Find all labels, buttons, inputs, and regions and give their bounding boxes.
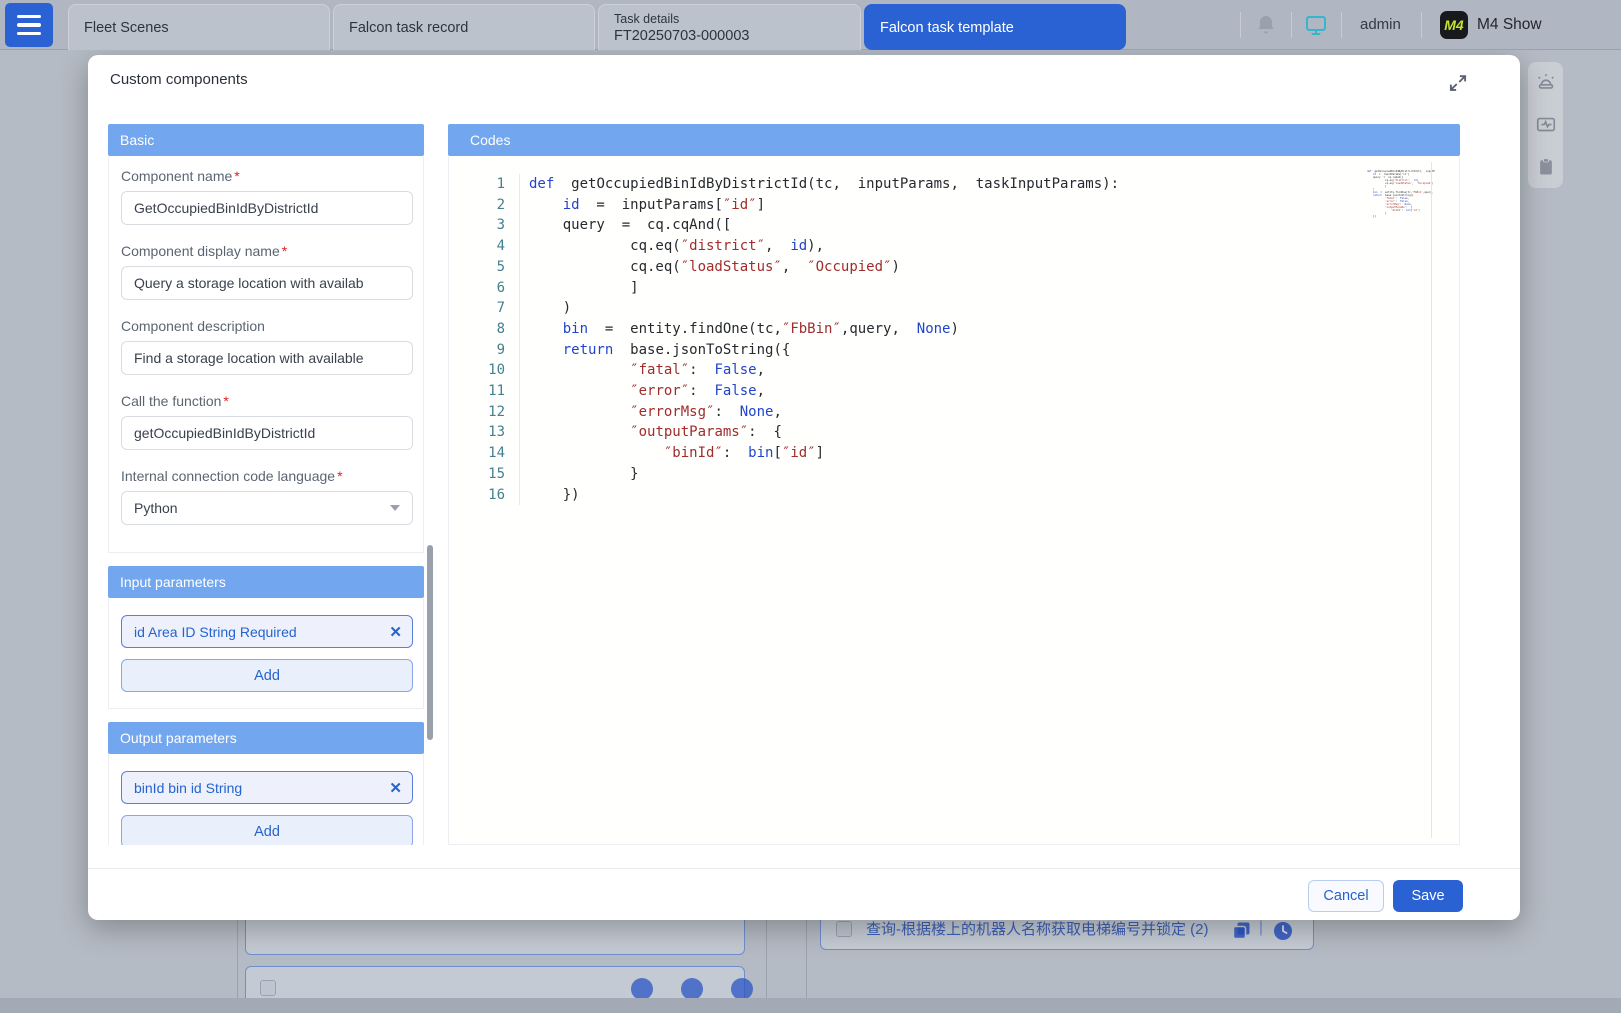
hamburger-menu-button[interactable] [5,3,53,47]
monitor-icon[interactable] [1304,13,1328,37]
output-parameter-label: binId bin id String [134,780,242,796]
code-lines: 1def getOccupiedBinIdByDistrictId(tc, in… [449,156,1459,505]
copy-icon [1232,921,1251,940]
tab-label: Falcon task record [349,20,594,36]
top-navigation-bar: Fleet Scenes Falcon task record Task det… [0,0,1621,50]
field-label: Call the function [121,393,221,409]
expand-dialog-icon[interactable] [1448,73,1468,93]
component-display-name-input[interactable] [121,266,413,300]
clipboard-icon [1528,146,1563,188]
code-editor[interactable]: 1def getOccupiedBinIdByDistrictId(tc, in… [448,156,1460,845]
output-parameter-chip[interactable]: binId bin id String ✕ [121,771,413,804]
page: 查询-根据楼上的机器人名称获取电梯编号并锁定 (2) | [0,0,1621,1013]
background-checkbox [836,921,852,937]
call-function-input[interactable] [121,416,413,450]
remove-parameter-icon[interactable]: ✕ [389,779,402,797]
alarm-light-icon [1528,62,1563,104]
background-action-icon [681,978,703,1000]
chevron-down-icon [390,505,400,511]
code-minimap[interactable]: def getOccupiedBinIdByDistrictId(tc, inp… [1367,170,1435,218]
monitor-pulse-icon [1528,104,1563,146]
tab-label: Fleet Scenes [84,20,329,36]
required-asterisk: * [282,243,287,259]
background-icon-divider: | [1259,919,1263,937]
topbar-divider [1341,12,1342,38]
topbar-divider [1421,12,1422,38]
codes-section-header: Codes [448,124,1460,156]
form-column: Basic Component name* Component display … [108,124,438,845]
topbar-divider [1240,12,1241,38]
output-parameters-section: Output parameters binId bin id String ✕ … [108,722,424,845]
required-asterisk: * [223,393,228,409]
dialog-footer: Cancel Save [88,868,1520,920]
background-action-icon [731,978,753,1000]
background-checkbox [260,980,276,996]
input-parameters-section: Input parameters id Area ID String Requi… [108,566,424,709]
side-toolbar [1528,62,1563,188]
tab-label: Falcon task template [880,20,1125,36]
tab-label: Task details [614,11,860,27]
topbar-divider [1291,12,1292,38]
tab-falcon-task-template[interactable]: Falcon task template [864,4,1126,50]
basic-section: Basic Component name* Component display … [108,124,424,553]
user-name[interactable]: admin [1360,0,1401,50]
input-parameter-chip[interactable]: id Area ID String Required ✕ [121,615,413,648]
output-parameters-header: Output parameters [108,722,424,754]
component-description-input[interactable] [121,341,413,375]
codes-section: Codes 1def getOccupiedBinIdByDistrictId(… [448,124,1460,845]
cancel-button[interactable]: Cancel [1308,880,1384,912]
field-label: Component description [121,318,265,334]
remove-parameter-icon[interactable]: ✕ [389,623,402,641]
save-button[interactable]: Save [1393,880,1463,912]
field-label: Component name [121,168,232,184]
field-component-display-name: Component display name* [121,243,411,300]
dialog-title: Custom components [110,71,248,88]
background-bottom-strip [0,998,1621,1013]
tab-task-details[interactable]: Task details FT20250703-000003 [598,4,861,50]
required-asterisk: * [337,468,342,484]
m4-logo: M4 [1440,11,1468,39]
editor-scrollbar[interactable] [1431,162,1432,838]
background-divider [806,920,807,1005]
add-input-parameter-button[interactable]: Add [121,659,413,692]
component-name-input[interactable] [121,191,413,225]
clock-icon [1273,921,1293,941]
tab-falcon-task-record[interactable]: Falcon task record [333,4,595,50]
add-output-parameter-button[interactable]: Add [121,815,413,845]
notification-bell-icon[interactable] [1254,13,1278,37]
field-label: Internal connection code language [121,468,335,484]
field-component-description: Component description [121,318,411,375]
basic-section-header: Basic [108,124,424,156]
tab-sublabel: FT20250703-000003 [614,27,860,45]
input-parameter-label: id Area ID String Required [134,624,297,640]
custom-components-dialog: Custom components Basic Component name* … [88,55,1520,920]
selected-language: Python [134,500,178,516]
input-parameters-header: Input parameters [108,566,424,598]
brand-name: M4 Show [1477,0,1542,50]
background-divider [237,920,238,1000]
code-language-select[interactable]: Python [121,491,413,525]
field-component-name: Component name* [121,168,411,225]
background-divider [766,920,767,1005]
form-column-scrollbar[interactable] [427,545,433,740]
field-label: Component display name [121,243,280,259]
field-call-function: Call the function* [121,393,411,450]
background-action-icon [631,978,653,1000]
required-asterisk: * [234,168,239,184]
field-code-language: Internal connection code language* Pytho… [121,468,411,525]
tab-fleet-scenes[interactable]: Fleet Scenes [68,4,330,50]
